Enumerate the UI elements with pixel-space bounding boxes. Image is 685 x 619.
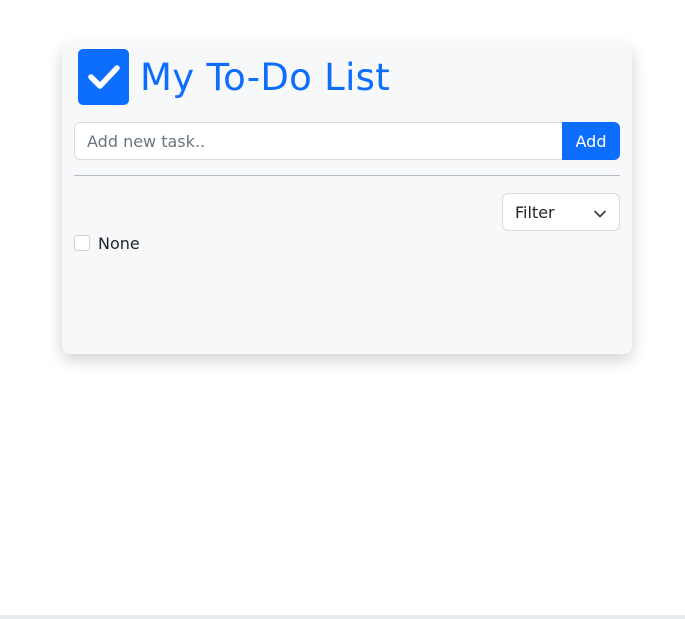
chevron-down-icon (594, 203, 606, 222)
divider (74, 175, 620, 176)
task-label: None (98, 233, 140, 253)
task-checkbox[interactable] (74, 235, 90, 251)
bottom-scrollbar (0, 615, 685, 619)
filter-dropdown[interactable]: Filter (502, 193, 620, 231)
add-button[interactable]: Add (562, 122, 620, 160)
header: My To-Do List (78, 49, 390, 105)
page: My To-Do List Add Filter None (0, 0, 685, 619)
check-box-icon (78, 49, 129, 105)
page-title: My To-Do List (140, 55, 391, 99)
todo-card: My To-Do List Add Filter None (62, 44, 632, 354)
task-input[interactable] (74, 122, 562, 160)
task-item: None (74, 232, 140, 254)
add-task-row: Add (74, 122, 620, 160)
filter-label: Filter (515, 202, 555, 222)
